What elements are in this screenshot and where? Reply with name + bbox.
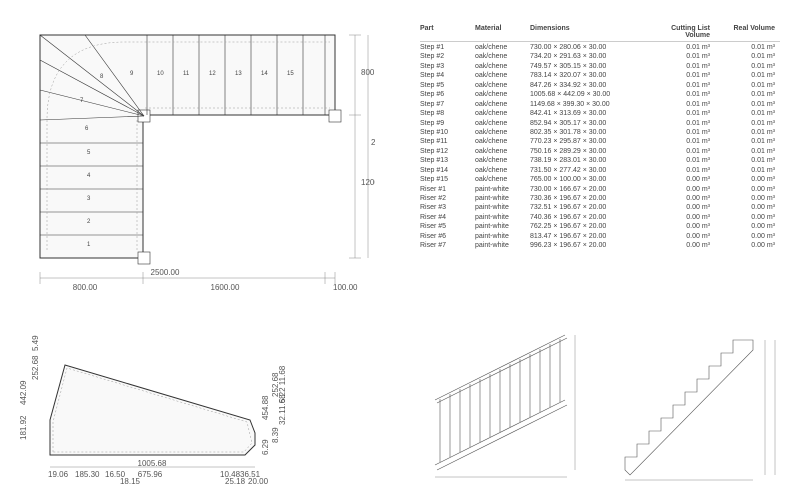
- table-row: Riser #1paint-white730.00 × 166.67 × 20.…: [420, 185, 780, 194]
- svg-text:675.96: 675.96: [138, 470, 163, 479]
- dim-w2: 1600.00: [211, 283, 240, 292]
- table-row: Step #11oak/chene770.23 × 295.87 × 30.00…: [420, 137, 780, 146]
- table-row: Step #14oak/chene731.50 × 277.42 × 30.00…: [420, 166, 780, 175]
- table-row: Step #2oak/chene734.20 × 291.63 × 30.000…: [420, 52, 780, 61]
- table-row: Step #8oak/chene842.41 × 313.69 × 30.000…: [420, 109, 780, 118]
- svg-text:18.15: 18.15: [120, 477, 141, 485]
- table-row: Riser #7paint-white996.23 × 196.67 × 20.…: [420, 241, 780, 250]
- svg-text:6.29: 6.29: [261, 439, 270, 455]
- svg-text:10: 10: [157, 71, 164, 77]
- parts-table: Part Material Dimensions Cutting List Vo…: [420, 25, 780, 251]
- table-row: Riser #3paint-white732.51 × 196.67 × 20.…: [420, 203, 780, 212]
- svg-text:8.39: 8.39: [271, 427, 280, 443]
- staircase-stringer-iso: [605, 325, 785, 485]
- table-row: Step #5oak/chene847.26 × 334.92 × 30.000…: [420, 81, 780, 90]
- table-row: Step #6oak/chene1005.68 × 442.09 × 30.00…: [420, 90, 780, 99]
- table-row: Riser #4paint-white740.36 × 196.67 × 20.…: [420, 213, 780, 222]
- svg-text:15: 15: [287, 71, 294, 77]
- dim-total-height: 2000.00: [371, 138, 375, 147]
- svg-text:454.88: 454.88: [261, 395, 270, 420]
- svg-text:1005.68: 1005.68: [138, 459, 167, 468]
- svg-text:20.00: 20.00: [248, 477, 269, 485]
- staircase-plan-view: 1 2 3 4 5 6 7 8 9 10 11 12 13 14 15 2500…: [25, 20, 375, 305]
- svg-text:14: 14: [261, 71, 268, 77]
- dim-w3: 100.00: [333, 283, 358, 292]
- svg-text:185.30: 185.30: [75, 470, 100, 479]
- svg-text:5.22 11.68: 5.22 11.68: [278, 365, 287, 403]
- table-row: Step #9oak/chene852.94 × 305.17 × 30.000…: [420, 119, 780, 128]
- table-row: Riser #5paint-white762.25 × 196.67 × 20.…: [420, 222, 780, 231]
- col-part: Part: [420, 25, 475, 39]
- step-section-view: 181.92 442.09 252.68 5.49 6.29 454.88 25…: [20, 325, 290, 485]
- table-row: Riser #2paint-white730.36 × 196.67 × 20.…: [420, 194, 780, 203]
- table-row: Step #4oak/chene783.14 × 320.07 × 30.000…: [420, 71, 780, 80]
- col-dimensions: Dimensions: [530, 25, 645, 39]
- table-row: Step #3oak/chene749.57 × 305.15 × 30.000…: [420, 62, 780, 71]
- dim-total-width: 2500.00: [151, 268, 180, 277]
- svg-text:12: 12: [209, 71, 216, 77]
- table-row: Step #12oak/chene750.16 × 289.29 × 30.00…: [420, 147, 780, 156]
- svg-text:19.06: 19.06: [48, 470, 69, 479]
- svg-text:442.09: 442.09: [20, 380, 28, 405]
- table-row: Step #10oak/chene802.35 × 301.78 × 30.00…: [420, 128, 780, 137]
- svg-text:252.68: 252.68: [31, 355, 40, 380]
- table-row: Riser #6paint-white813.47 × 196.67 × 20.…: [420, 232, 780, 241]
- svg-text:13: 13: [235, 71, 242, 77]
- table-row: Step #13oak/chene738.19 × 283.01 × 30.00…: [420, 156, 780, 165]
- svg-text:181.92: 181.92: [20, 415, 28, 440]
- table-row: Step #7oak/chene1149.68 × 399.30 × 30.00…: [420, 100, 780, 109]
- col-cutting: Cutting List Volume: [645, 25, 720, 39]
- col-real: Real Volume: [720, 25, 775, 39]
- staircase-railing-iso: [415, 325, 595, 485]
- table-row: Step #1oak/chene730.00 × 280.06 × 30.000…: [420, 43, 780, 52]
- svg-text:25.18: 25.18: [225, 477, 246, 485]
- table-header: Part Material Dimensions Cutting List Vo…: [420, 25, 780, 42]
- table-row: Step #15oak/chene765.00 × 100.00 × 30.00…: [420, 175, 780, 184]
- svg-text:5.49: 5.49: [31, 335, 40, 351]
- col-material: Material: [475, 25, 530, 39]
- dim-w1: 800.00: [73, 283, 98, 292]
- svg-text:11: 11: [183, 71, 190, 77]
